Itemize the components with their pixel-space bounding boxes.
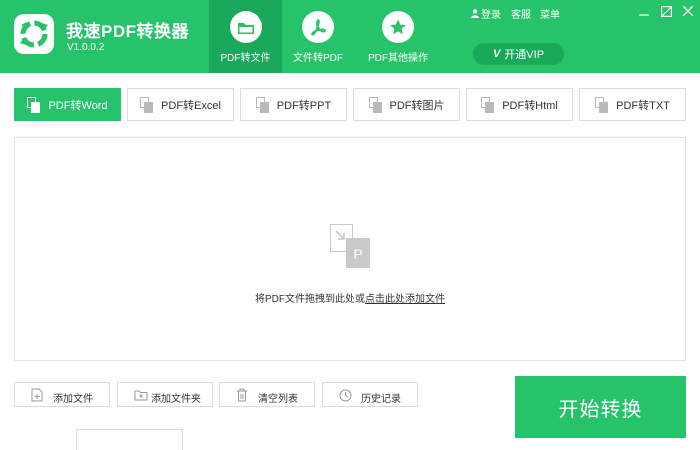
menu-label: 菜单	[540, 10, 560, 21]
vip-label: 开通VIP	[504, 49, 545, 61]
tool-tab-label: PDF转Word	[48, 99, 108, 112]
close-button[interactable]	[680, 3, 696, 19]
add-file-button[interactable]: 添加文件	[14, 382, 110, 407]
drop-hint: 将PDF文件拖拽到此处或点击此处添加文件	[15, 290, 685, 305]
tool-tab-label: PDF转图片	[389, 99, 445, 112]
clear-list-label: 清空列表	[258, 394, 298, 405]
tool-tab-pdf-to-word[interactable]: PDF转Word	[14, 88, 121, 121]
header-bar: 我速PDF转换器 V1.0.0.2 PDF转文件 文件转PDF PDF其他操作	[0, 0, 700, 73]
tool-tab-label: PDF转TXT	[616, 99, 670, 112]
pdf-placeholder-letter: P	[353, 246, 362, 262]
tool-tab-label: PDF转Html	[502, 99, 558, 112]
add-folder-label: 添加文件夹	[151, 394, 201, 405]
html-file-icon	[481, 96, 495, 113]
pdf-file-placeholder-icon: P	[330, 224, 370, 268]
tool-tab-pdf-to-ppt[interactable]: PDF转PPT	[240, 88, 347, 121]
tool-tab-label: PDF转Excel	[161, 99, 221, 112]
excel-file-icon	[140, 96, 154, 113]
tool-tab-pdf-to-txt[interactable]: PDF转TXT	[579, 88, 686, 121]
login-label: 登录	[481, 10, 501, 21]
app-title: 我速PDF转换器	[66, 22, 189, 41]
add-file-label: 添加文件	[53, 394, 93, 405]
tool-tab-label: PDF转PPT	[276, 99, 332, 112]
menu-link[interactable]: 菜单	[540, 6, 560, 21]
history-label: 历史记录	[361, 394, 401, 405]
add-file-link[interactable]: 点击此处添加文件	[365, 294, 445, 305]
history-icon	[339, 389, 352, 402]
vip-icon: V	[492, 48, 501, 60]
tool-tab-pdf-to-html[interactable]: PDF转Html	[466, 88, 573, 121]
nav-tab-file-to-pdf[interactable]: 文件转PDF	[282, 0, 354, 73]
nav-tab-pdf-to-file[interactable]: PDF转文件	[209, 0, 282, 73]
nav-tab-label: PDF转文件	[220, 53, 271, 64]
tool-tab-pdf-to-excel[interactable]: PDF转Excel	[127, 88, 234, 121]
app-logo	[14, 14, 54, 54]
history-button[interactable]: 历史记录	[322, 382, 418, 407]
login-link[interactable]: 登录	[471, 6, 501, 21]
file-drop-zone[interactable]: P 将PDF文件拖拽到此处或点击此处添加文件	[14, 137, 686, 361]
image-file-icon	[368, 96, 382, 113]
nav-tab-label: PDF其他操作	[368, 53, 428, 64]
tool-tab-pdf-to-image[interactable]: PDF转图片	[353, 88, 460, 121]
add-file-icon	[31, 388, 43, 402]
minimize-icon	[639, 14, 649, 16]
star-icon	[382, 11, 414, 43]
user-icon	[471, 9, 479, 18]
minimize-button[interactable]	[636, 3, 652, 19]
pdf-icon	[302, 11, 334, 43]
recycle-arrows-icon	[20, 20, 48, 48]
start-convert-button[interactable]: 开始转换	[515, 376, 686, 438]
drop-hint-text: 将PDF文件拖拽到此处或	[255, 294, 365, 305]
add-folder-button[interactable]: 添加文件夹	[117, 382, 213, 407]
nav-tab-label: 文件转PDF	[293, 53, 343, 64]
vip-button[interactable]: V 开通VIP	[473, 43, 564, 65]
maximize-icon	[660, 5, 672, 17]
trash-icon	[237, 388, 247, 402]
folder-icon	[229, 11, 262, 43]
service-label: 客服	[511, 10, 531, 21]
service-link[interactable]: 客服	[511, 6, 531, 21]
app-version: V1.0.0.2	[67, 42, 105, 53]
clear-list-button[interactable]: 清空列表	[219, 382, 315, 407]
maximize-button[interactable]	[658, 3, 674, 19]
add-folder-icon	[134, 390, 148, 401]
txt-file-icon	[595, 96, 609, 113]
ppt-file-icon	[255, 96, 269, 113]
nav-tab-pdf-other[interactable]: PDF其他操作	[354, 0, 442, 73]
word-file-icon	[27, 96, 41, 113]
output-path-box[interactable]	[76, 429, 183, 450]
close-icon	[683, 6, 693, 16]
